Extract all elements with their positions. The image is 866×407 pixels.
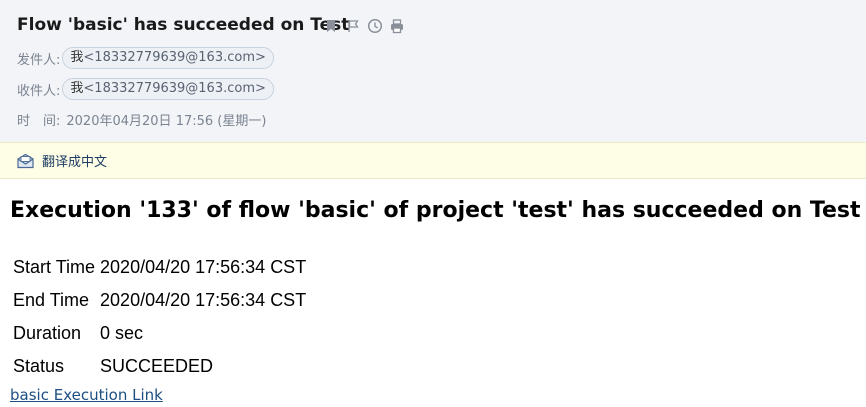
table-row: Status SUCCEEDED xyxy=(13,350,306,383)
sender-address: <18332779639@163.com> xyxy=(83,50,266,65)
execution-details-table: Start Time 2020/04/20 17:56:34 CST End T… xyxy=(10,251,309,383)
time-value: 2020年04月20日 17:56 (星期一) xyxy=(66,114,267,129)
recipient-name: 我 xyxy=(70,81,84,96)
email-toolbar xyxy=(323,18,405,34)
email-subject: Flow 'basic' has succeeded on Test xyxy=(17,15,350,35)
sender-name: 我 xyxy=(70,50,84,65)
recipient-address: <18332779639@163.com> xyxy=(83,81,266,96)
table-row: End Time 2020/04/20 17:56:34 CST xyxy=(13,284,306,317)
start-time-value: 2020/04/20 17:56:34 CST xyxy=(100,257,307,277)
to-row: 收件人: 我<18332779639@163.com> xyxy=(17,78,274,100)
status-label: Status xyxy=(13,356,65,376)
translate-mail-icon xyxy=(16,153,35,169)
start-time-label: Start Time xyxy=(13,257,96,277)
from-row: 发件人: 我<18332779639@163.com> xyxy=(17,47,274,69)
table-row: Duration 0 sec xyxy=(13,317,306,350)
end-time-value: 2020/04/20 17:56:34 CST xyxy=(100,290,307,310)
status-value: SUCCEEDED xyxy=(100,356,214,376)
execution-headline: Execution '133' of flow 'basic' of proje… xyxy=(10,198,861,223)
to-label: 收件人: xyxy=(17,83,61,99)
translate-bar: 翻译成中文 xyxy=(0,142,866,179)
recipient-chip[interactable]: 我<18332779639@163.com> xyxy=(62,78,274,100)
translate-link[interactable]: 翻译成中文 xyxy=(42,151,107,170)
email-body: Execution '133' of flow 'basic' of proje… xyxy=(0,180,866,407)
clock-icon[interactable] xyxy=(367,18,383,34)
print-icon[interactable] xyxy=(389,18,405,34)
bookmark-icon[interactable] xyxy=(323,18,339,34)
time-label: 时 间: xyxy=(17,114,61,129)
time-row: 时 间: 2020年04月20日 17:56 (星期一) xyxy=(17,110,266,129)
from-label: 发件人: xyxy=(17,52,61,68)
end-time-label: End Time xyxy=(13,290,90,310)
flag-icon[interactable] xyxy=(345,18,361,34)
table-row: Start Time 2020/04/20 17:56:34 CST xyxy=(13,251,306,284)
sender-chip[interactable]: 我<18332779639@163.com> xyxy=(62,47,274,69)
email-header: Flow 'basic' has succeeded on Test 发件人: … xyxy=(0,0,866,142)
duration-value: 0 sec xyxy=(100,323,144,343)
duration-label: Duration xyxy=(13,323,82,343)
execution-link[interactable]: basic Execution Link xyxy=(10,386,163,404)
